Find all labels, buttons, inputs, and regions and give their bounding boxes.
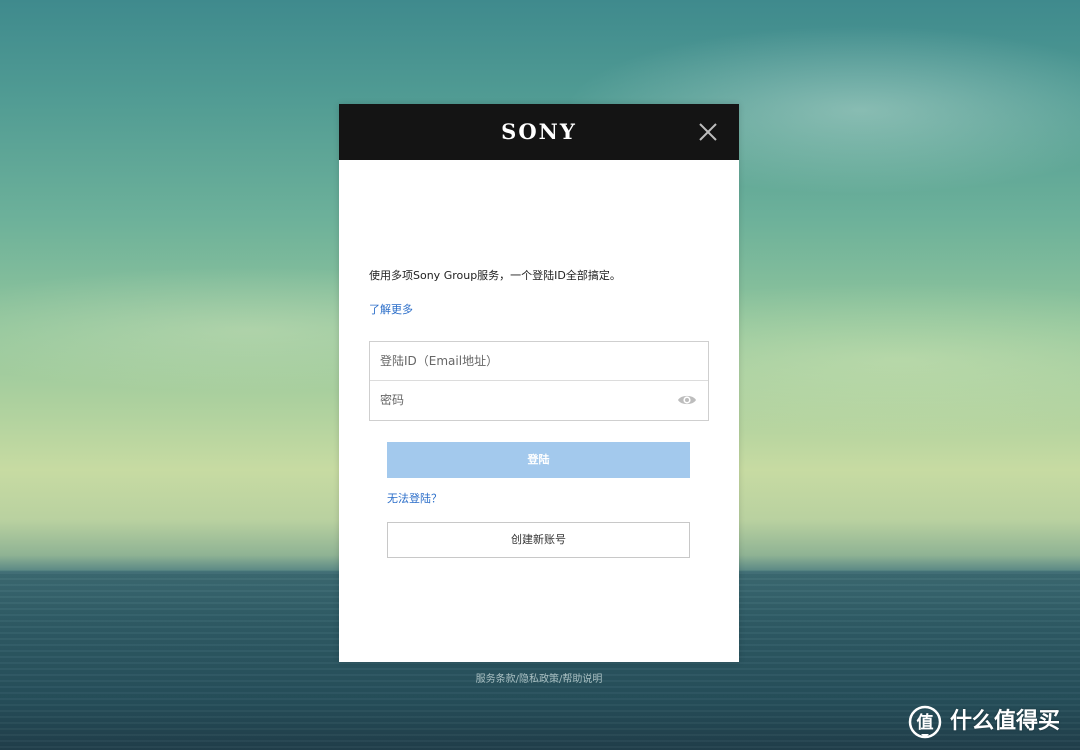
dialog-header: SONY xyxy=(339,104,739,160)
watermark-text: 什么值得买 xyxy=(950,709,1061,734)
show-password-toggle[interactable] xyxy=(677,392,697,408)
help-link[interactable]: 帮助说明 xyxy=(562,674,602,685)
watermark-badge-icon: 值 xyxy=(908,705,942,739)
footer-links: 服务条款/隐私政策/帮助说明 xyxy=(339,674,739,686)
create-account-button[interactable]: 创建新账号 xyxy=(387,522,690,558)
login-button[interactable]: 登陆 xyxy=(387,442,690,478)
eye-icon xyxy=(678,395,696,405)
learn-more-link[interactable]: 了解更多 xyxy=(369,303,413,317)
password-field xyxy=(370,381,708,419)
sony-logo: SONY xyxy=(501,119,577,144)
sign-in-dialog: SONY 使用多项Sony Group服务，一个登陆ID全部搞定。 了解更多 登… xyxy=(339,104,739,662)
close-icon xyxy=(699,123,717,141)
watermark-badge-glyph: 值 xyxy=(917,712,934,733)
service-tagline: 使用多项Sony Group服务，一个登陆ID全部搞定。 xyxy=(369,269,621,282)
login-id-input[interactable] xyxy=(370,342,708,380)
close-button[interactable] xyxy=(697,121,719,143)
cannot-login-link[interactable]: 无法登陆？ xyxy=(387,492,442,506)
password-input[interactable] xyxy=(370,381,708,419)
credentials-form xyxy=(369,341,709,421)
login-id-field xyxy=(370,342,708,380)
privacy-link[interactable]: 隐私政策 xyxy=(519,674,559,685)
terms-link[interactable]: 服务条款 xyxy=(476,674,516,685)
